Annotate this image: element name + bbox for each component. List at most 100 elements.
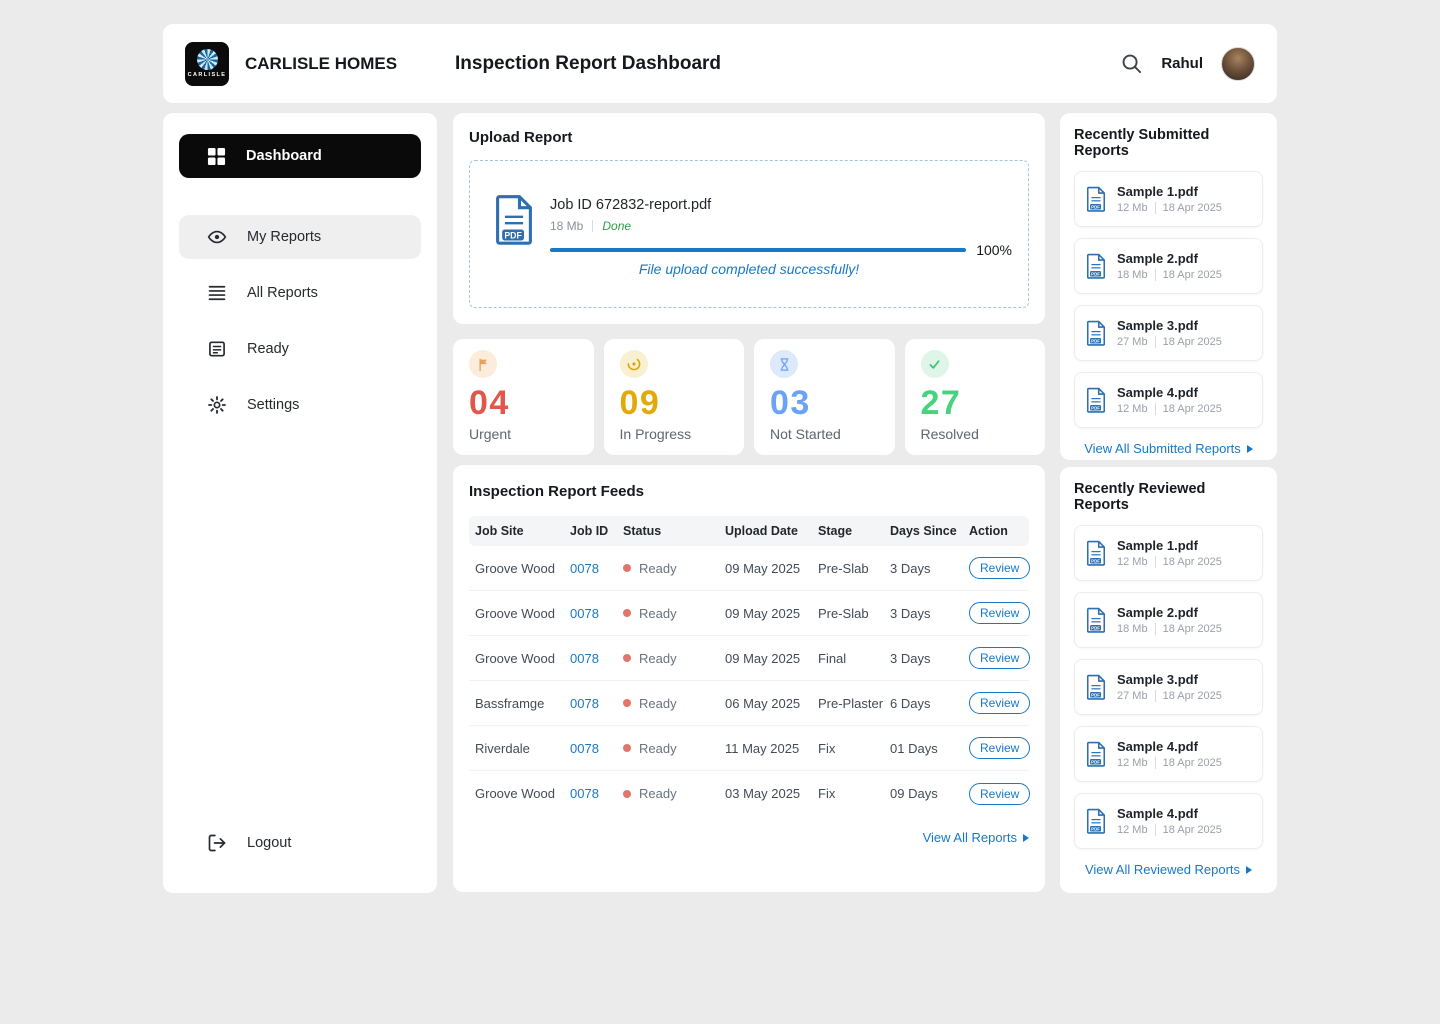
sidebar-item-all-reports[interactable]: All Reports [179, 271, 421, 315]
stage-cell: Fix [812, 786, 884, 801]
progress-percent: 100% [976, 242, 1012, 258]
status-text: Ready [639, 696, 677, 711]
view-all-reports-link[interactable]: View All Reports [469, 830, 1029, 845]
list-item[interactable]: Sample 3.pdf 27 Mb18 Apr 2025 [1074, 659, 1263, 715]
report-date: 18 Apr 2025 [1163, 623, 1222, 635]
stat-label: Not Started [770, 426, 879, 442]
gear-icon [207, 395, 227, 415]
action-cell: Review [963, 737, 1025, 759]
search-icon[interactable] [1120, 52, 1143, 75]
sidebar-item-label: Settings [247, 397, 299, 413]
review-button[interactable]: Review [969, 692, 1030, 714]
upload-title: Upload Report [469, 129, 1029, 146]
upload-progress-bar [550, 248, 966, 252]
list-item[interactable]: Sample 4.pdf 12 Mb18 Apr 2025 [1074, 372, 1263, 428]
sidebar-item-ready[interactable]: Ready [179, 327, 421, 371]
view-all-reviewed-label: View All Reviewed Reports [1085, 862, 1240, 877]
report-size: 12 Mb [1117, 202, 1148, 214]
stage-cell: Pre-Plaster [812, 696, 884, 711]
sidebar-item-label: Ready [247, 341, 289, 357]
upload-date-cell: 03 May 2025 [719, 786, 812, 801]
report-date: 18 Apr 2025 [1163, 556, 1222, 568]
pdf-file-icon [1085, 253, 1107, 279]
logout-label: Logout [247, 835, 291, 851]
list-item[interactable]: Sample 3.pdf 27 Mb18 Apr 2025 [1074, 305, 1263, 361]
upload-report-card: Upload Report Job ID 672832-report.pdf 1… [453, 113, 1045, 324]
review-button[interactable]: Review [969, 647, 1030, 669]
stat-value: 04 [469, 384, 578, 423]
job-id-cell: 0078 [564, 696, 617, 711]
stage-cell: Fix [812, 741, 884, 756]
status-cell: Ready [617, 786, 719, 801]
avatar[interactable] [1221, 47, 1255, 81]
list-item[interactable]: Sample 4.pdf 12 Mb18 Apr 2025 [1074, 793, 1263, 849]
feeds-title: Inspection Report Feeds [469, 483, 1029, 500]
report-date: 18 Apr 2025 [1163, 824, 1222, 836]
report-name: Sample 2.pdf [1117, 251, 1222, 266]
days-since-cell: 3 Days [884, 606, 963, 621]
sidebar-item-my-reports[interactable]: My Reports [179, 215, 421, 259]
review-button[interactable]: Review [969, 557, 1030, 579]
stat-value: 03 [770, 384, 879, 423]
recently-reviewed-panel: Recently Reviewed Reports Sample 1.pdf 1… [1060, 467, 1277, 893]
sidebar-item-label: My Reports [247, 229, 321, 245]
review-button[interactable]: Review [969, 737, 1030, 759]
upload-dropzone[interactable]: Job ID 672832-report.pdf 18 Mb Done 100%… [469, 160, 1029, 308]
job-id-link[interactable]: 0078 [570, 606, 599, 621]
table-row: Groove Wood 0078 Ready 09 May 2025 Pre-S… [469, 546, 1029, 591]
table-row: Riverdale 0078 Ready 11 May 2025 Fix 01 … [469, 726, 1029, 771]
uploaded-file-name: Job ID 672832-report.pdf [550, 197, 1012, 213]
list-item[interactable]: Sample 1.pdf 12 Mb18 Apr 2025 [1074, 525, 1263, 581]
stat-card-not-started: 03 Not Started [754, 339, 895, 455]
recently-submitted-panel: Recently Submitted Reports Sample 1.pdf … [1060, 113, 1277, 460]
review-button[interactable]: Review [969, 783, 1030, 805]
days-since-cell: 6 Days [884, 696, 963, 711]
reviewed-title: Recently Reviewed Reports [1074, 481, 1263, 513]
logout-button[interactable]: Logout [179, 821, 421, 865]
action-cell: Review [963, 647, 1025, 669]
status-dot [623, 609, 631, 617]
view-all-reviewed-link[interactable]: View All Reviewed Reports [1074, 862, 1263, 877]
logo-text: CARLISLE [188, 72, 227, 78]
sidebar-item-dashboard[interactable]: Dashboard [179, 134, 421, 178]
review-button[interactable]: Review [969, 602, 1030, 624]
upload-date-cell: 09 May 2025 [719, 561, 812, 576]
divider [1155, 556, 1156, 568]
stat-value: 09 [620, 384, 729, 423]
stat-card-urgent: 04 Urgent [453, 339, 594, 455]
col-days-since: Days Since [884, 524, 963, 538]
col-action: Action [963, 524, 1025, 538]
report-date: 18 Apr 2025 [1163, 403, 1222, 415]
topbar-right: Rahul [1120, 47, 1255, 81]
list-item[interactable]: Sample 4.pdf 12 Mb18 Apr 2025 [1074, 726, 1263, 782]
arrow-right-icon [1246, 866, 1252, 874]
list-item[interactable]: Sample 2.pdf 18 Mb18 Apr 2025 [1074, 238, 1263, 294]
job-site-cell: Riverdale [469, 741, 564, 756]
pdf-file-icon [1085, 674, 1107, 700]
submitted-title: Recently Submitted Reports [1074, 127, 1263, 159]
job-id-link[interactable]: 0078 [570, 651, 599, 666]
job-id-cell: 0078 [564, 786, 617, 801]
job-id-link[interactable]: 0078 [570, 741, 599, 756]
job-site-cell: Bassframge [469, 696, 564, 711]
job-id-link[interactable]: 0078 [570, 696, 599, 711]
file-meta: 18 Mb Done [550, 219, 1012, 233]
job-id-link[interactable]: 0078 [570, 786, 599, 801]
sidebar-item-settings[interactable]: Settings [179, 383, 421, 427]
col-status: Status [617, 524, 719, 538]
col-job-id: Job ID [564, 524, 617, 538]
list-icon [207, 283, 227, 303]
stage-cell: Final [812, 651, 884, 666]
status-cell: Ready [617, 651, 719, 666]
view-all-submitted-link[interactable]: View All Submitted Reports [1074, 441, 1263, 456]
list-item[interactable]: Sample 1.pdf 12 Mb18 Apr 2025 [1074, 171, 1263, 227]
status-text: Ready [639, 651, 677, 666]
sidebar-item-label: Dashboard [246, 148, 322, 164]
upload-date-cell: 09 May 2025 [719, 606, 812, 621]
job-id-link[interactable]: 0078 [570, 561, 599, 576]
status-dot [623, 564, 631, 572]
col-stage: Stage [812, 524, 884, 538]
flag-icon [469, 350, 497, 378]
list-item[interactable]: Sample 2.pdf 18 Mb18 Apr 2025 [1074, 592, 1263, 648]
report-date: 18 Apr 2025 [1163, 757, 1222, 769]
